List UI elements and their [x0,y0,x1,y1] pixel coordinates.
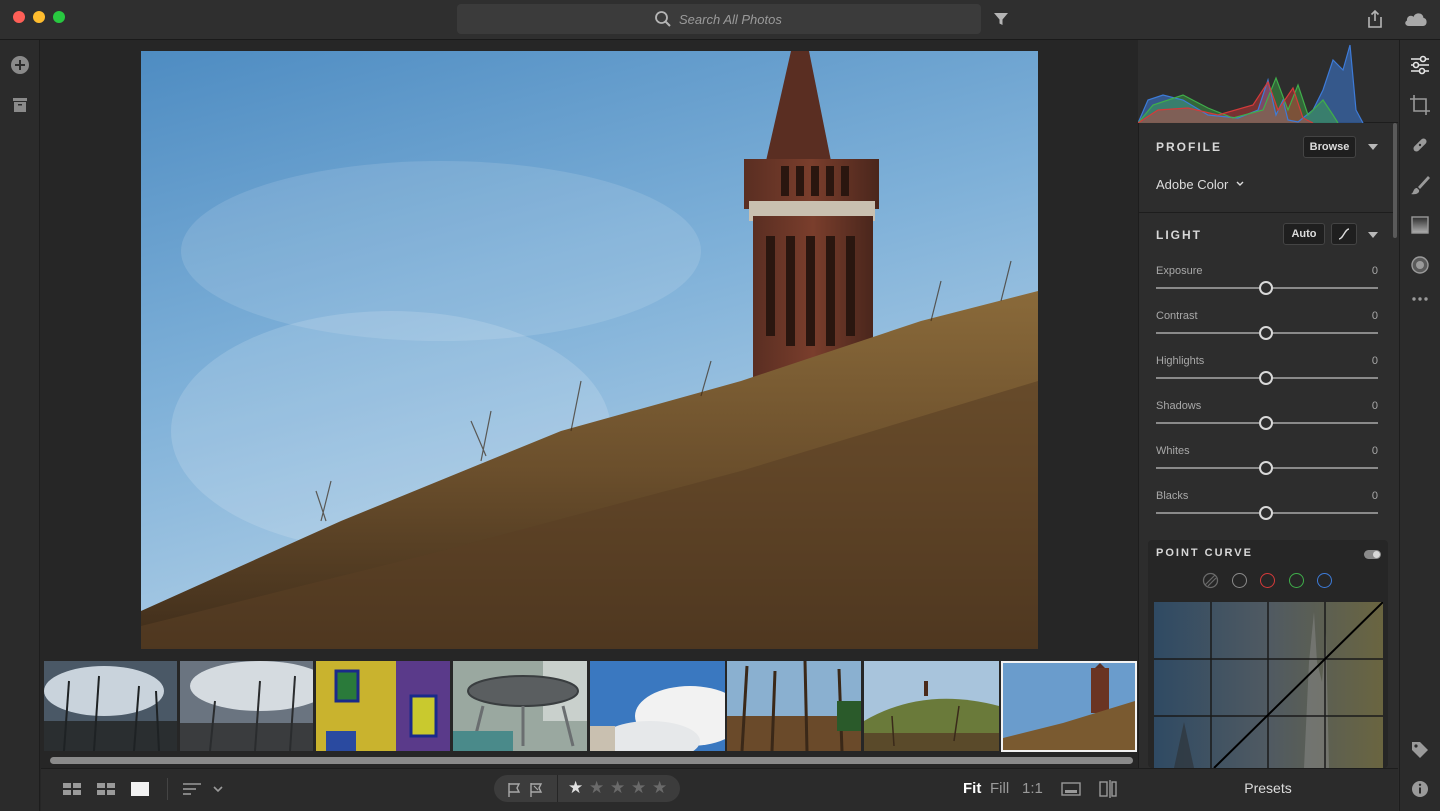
add-photos-icon[interactable] [10,55,30,75]
light-section-title: LIGHT [1156,228,1202,242]
exposure-label: Exposure [1156,265,1203,277]
chevron-down-icon[interactable] [212,780,224,798]
search-input[interactable] [679,9,959,29]
panel-scrollbar[interactable] [1393,123,1397,238]
presets-button[interactable]: Presets [1138,780,1398,796]
blacks-label: Blacks [1156,490,1189,502]
thumbnail[interactable] [453,661,587,751]
point-curve-graph[interactable] [1154,602,1383,768]
rating-divider [557,775,558,802]
star-1[interactable]: ★ [568,778,583,798]
sort-icon[interactable] [182,780,204,798]
point-curve-title: POINT CURVE [1156,547,1253,559]
collapse-light-icon[interactable] [1368,232,1378,238]
rgb-channel-button[interactable] [1232,573,1247,588]
highlights-label: Highlights [1156,355,1205,367]
zoom-fit-button[interactable]: Fit [963,780,981,798]
profile-value: Adobe Color [1156,177,1229,192]
linear-gradient-icon[interactable] [1409,214,1431,236]
histogram [1137,40,1398,124]
highlights-value[interactable]: 0 [1356,355,1378,367]
search-bar[interactable] [457,4,981,34]
shadows-label: Shadows [1156,400,1202,412]
parametric-curve-icon[interactable] [1202,572,1219,589]
tag-icon[interactable] [1409,739,1431,761]
zoom-1to1-button[interactable]: 1:1 [1022,780,1043,798]
shadows-value[interactable]: 0 [1356,400,1378,412]
radial-gradient-icon[interactable] [1409,254,1431,276]
more-icon[interactable] [1409,288,1431,310]
whites-slider-handle[interactable] [1259,461,1273,475]
edit-sliders-icon[interactable] [1409,54,1431,76]
cloud-sync-icon[interactable] [1403,10,1429,28]
flag-reject-icon[interactable] [528,781,544,799]
section-divider [1138,212,1393,213]
close-window-button[interactable] [13,11,25,23]
whites-label: Whites [1156,445,1190,457]
point-curve-toggle[interactable] [1364,550,1381,559]
lightroom-window: ★ ★ ★ ★ ★ Fit Fill 1:1 PROFILE Browse Adobe … [0,0,1440,811]
contrast-label: Contrast [1156,310,1198,322]
minimize-window-button[interactable] [33,11,45,23]
left-rail [0,40,40,811]
thumbnail[interactable] [44,661,177,751]
auto-button[interactable]: Auto [1283,223,1325,245]
star-3[interactable]: ★ [610,778,625,798]
thumbnail-selected[interactable] [1001,661,1137,752]
archive-icon[interactable] [10,95,30,115]
thumbnail[interactable] [864,661,999,751]
blue-channel-button[interactable] [1317,573,1332,588]
search-icon [655,11,671,27]
main-photo[interactable] [141,51,1038,649]
title-bar [0,0,1440,40]
blacks-value[interactable]: 0 [1356,490,1378,502]
chevron-down-icon [1236,181,1244,186]
contrast-slider-handle[interactable] [1259,326,1273,340]
thumbnail[interactable] [727,661,861,751]
square-grid-view-icon[interactable] [62,780,82,798]
crop-icon[interactable] [1409,94,1431,116]
red-channel-button[interactable] [1260,573,1275,588]
detail-view-icon[interactable] [130,780,150,798]
filter-icon[interactable] [993,11,1009,27]
highlights-slider-handle[interactable] [1259,371,1273,385]
zoom-window-button[interactable] [53,11,65,23]
collapse-profile-icon[interactable] [1368,144,1378,150]
thumbnail[interactable] [590,661,725,751]
curve-icon [1338,228,1350,240]
green-channel-button[interactable] [1289,573,1304,588]
exposure-value[interactable]: 0 [1356,265,1378,277]
shadows-slider-handle[interactable] [1259,416,1273,430]
thumbnail[interactable] [316,661,450,751]
filmstrip-scrollbar[interactable] [50,757,1133,764]
thumbnail[interactable] [180,661,313,751]
photo-render [141,51,1038,649]
star-2[interactable]: ★ [589,778,604,798]
blacks-slider-handle[interactable] [1259,506,1273,520]
flag-pick-icon[interactable] [506,781,522,799]
browse-profiles-button[interactable]: Browse [1303,136,1356,158]
exposure-slider-handle[interactable] [1259,281,1273,295]
compare-view-icon[interactable] [1098,780,1118,798]
star-5[interactable]: ★ [652,778,667,798]
profile-dropdown[interactable]: Adobe Color [1156,177,1245,192]
filmstrip-toggle-icon[interactable] [1061,780,1081,798]
brush-icon[interactable] [1409,174,1431,196]
photo-grid-view-icon[interactable] [96,780,116,798]
toolbar-divider [167,778,168,800]
healing-icon[interactable] [1409,134,1431,156]
star-4[interactable]: ★ [631,778,646,798]
whites-value[interactable]: 0 [1356,445,1378,457]
contrast-value[interactable]: 0 [1356,310,1378,322]
info-icon[interactable] [1409,778,1431,800]
tone-curve-button[interactable] [1331,223,1357,245]
profile-section-title: PROFILE [1156,140,1223,154]
zoom-fill-button[interactable]: Fill [990,780,1009,798]
share-icon[interactable] [1366,9,1384,29]
